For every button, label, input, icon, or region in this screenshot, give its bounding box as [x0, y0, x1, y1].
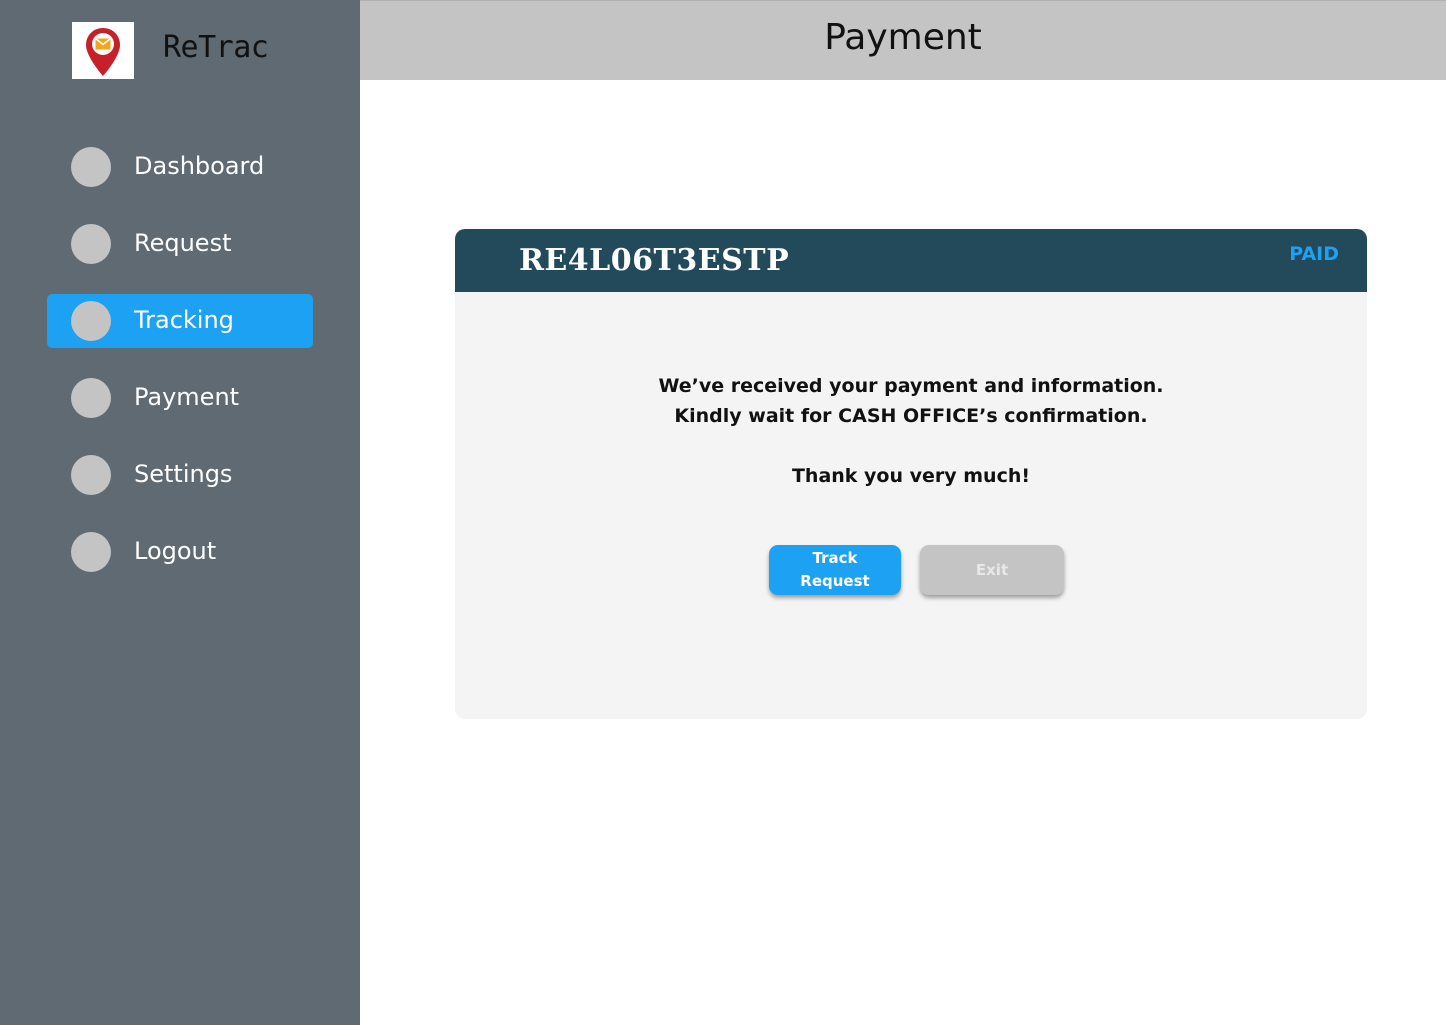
sidebar-item-logout[interactable]: Logout: [47, 525, 313, 579]
sidebar-item-label: Payment: [134, 383, 240, 411]
tracking-icon: [71, 301, 111, 341]
app-logo: [72, 22, 134, 79]
reference-code: RE4L06T3ESTP: [519, 243, 790, 278]
thank-you-message: Thank you very much!: [791, 465, 1031, 487]
confirmation-message-line1: We’ve received your payment and informat…: [658, 375, 1164, 397]
payment-icon: [71, 378, 111, 418]
track-request-button[interactable]: Track Request: [769, 545, 901, 595]
exit-button[interactable]: Exit: [920, 545, 1064, 595]
request-icon: [71, 224, 111, 264]
card-header: RE4L06T3ESTP PAID: [455, 229, 1367, 292]
sidebar-item-label: Settings: [134, 460, 233, 488]
app-name: ReTrac: [163, 30, 269, 65]
sidebar-item-label: Request: [134, 229, 232, 257]
logout-icon: [71, 532, 111, 572]
sidebar-item-request[interactable]: Request: [47, 217, 313, 271]
sidebar-item-settings[interactable]: Settings: [47, 448, 313, 502]
page-title: Payment: [824, 17, 982, 58]
sidebar-item-tracking[interactable]: Tracking: [47, 294, 313, 348]
sidebar: ReTrac Dashboard Request Tracking Paymen…: [0, 0, 360, 1025]
payment-confirmation-card: RE4L06T3ESTP PAID We’ve received your pa…: [455, 229, 1367, 719]
sidebar-item-label: Logout: [134, 537, 217, 565]
sidebar-item-label: Tracking: [134, 306, 234, 334]
sidebar-item-dashboard[interactable]: Dashboard: [47, 140, 313, 194]
confirmation-message-line2: Kindly wait for CASH OFFICE’s confirmati…: [674, 405, 1148, 427]
dashboard-icon: [71, 147, 111, 187]
page-header: Payment: [360, 0, 1446, 80]
sidebar-item-payment[interactable]: Payment: [47, 371, 313, 425]
sidebar-item-label: Dashboard: [134, 152, 265, 180]
track-request-label: Track Request: [800, 549, 870, 590]
map-pin-envelope-icon: [86, 28, 120, 76]
settings-icon: [71, 455, 111, 495]
status-badge: PAID: [1289, 243, 1339, 265]
